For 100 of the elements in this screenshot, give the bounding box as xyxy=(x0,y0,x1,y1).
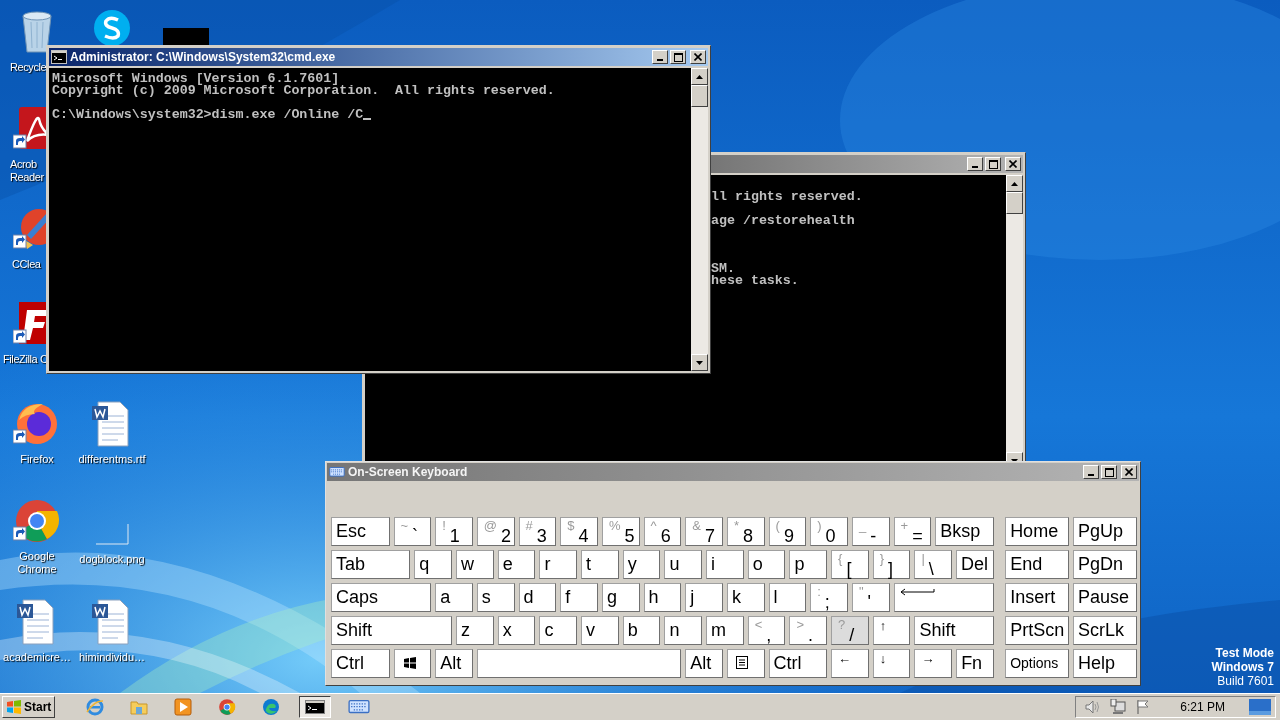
key[interactable]: ) 0 xyxy=(810,517,848,546)
key[interactable]: g xyxy=(601,583,640,612)
key[interactable]: ~ ` xyxy=(393,517,432,546)
key[interactable]: y xyxy=(622,550,661,579)
key[interactable]: : ; xyxy=(810,583,848,612)
key[interactable]: Tab xyxy=(331,550,411,579)
key[interactable]: Shift xyxy=(914,616,994,645)
key[interactable]: r xyxy=(539,550,578,579)
key[interactable]: s xyxy=(476,583,515,612)
key[interactable]: Home xyxy=(1005,517,1070,546)
key[interactable]: Caps xyxy=(331,583,432,612)
key[interactable]: q xyxy=(414,550,453,579)
key[interactable]: b xyxy=(622,616,661,645)
key[interactable]: Alt xyxy=(435,649,473,678)
key[interactable]: a xyxy=(435,583,473,612)
title-bar[interactable] xyxy=(711,155,1023,173)
key[interactable]: m xyxy=(706,616,744,645)
key[interactable]: d xyxy=(518,583,557,612)
key[interactable]: ( 9 xyxy=(768,517,807,546)
key[interactable]: k xyxy=(726,583,765,612)
close-button[interactable] xyxy=(1005,157,1021,171)
minimize-button[interactable] xyxy=(967,157,983,171)
key[interactable]: e xyxy=(497,550,536,579)
key[interactable]: p xyxy=(789,550,828,579)
key[interactable]: # 3 xyxy=(518,517,557,546)
key[interactable]: z xyxy=(456,616,494,645)
key[interactable]: ^ 6 xyxy=(643,517,682,546)
key[interactable]: _ - xyxy=(851,517,890,546)
edge-icon[interactable] xyxy=(262,698,281,716)
network-icon[interactable] xyxy=(1110,699,1127,715)
key[interactable]: PgDn xyxy=(1073,550,1137,579)
close-button[interactable] xyxy=(690,50,706,64)
maximize-button[interactable] xyxy=(985,157,1001,171)
key[interactable]: Alt xyxy=(685,649,723,678)
key[interactable]: @ 2 xyxy=(476,517,515,546)
space-key[interactable] xyxy=(476,649,682,678)
key[interactable]: j xyxy=(685,583,723,612)
key[interactable]: > . xyxy=(789,616,828,645)
key[interactable]: Pause xyxy=(1073,583,1137,612)
key[interactable]: n xyxy=(664,616,703,645)
windows-key[interactable] xyxy=(393,649,432,678)
key[interactable]: { [ xyxy=(831,550,869,579)
key[interactable]: h xyxy=(643,583,682,612)
terminal-icon[interactable] xyxy=(305,700,326,714)
scroll-thumb[interactable] xyxy=(691,85,708,107)
key[interactable]: Fn xyxy=(956,649,994,678)
key[interactable]: Del xyxy=(956,550,994,579)
key[interactable]: < , xyxy=(747,616,786,645)
key[interactable]: } ] xyxy=(872,550,911,579)
scrollbar[interactable] xyxy=(691,68,708,371)
key[interactable]: Ctrl xyxy=(331,649,390,678)
key[interactable]: ← xyxy=(831,649,869,678)
key[interactable]: $ 4 xyxy=(560,517,598,546)
title-bar[interactable]: On-Screen Keyboard xyxy=(327,463,1139,481)
key[interactable]: Shift xyxy=(331,616,453,645)
key[interactable]: u xyxy=(664,550,703,579)
key[interactable]: ? / xyxy=(831,616,869,645)
key[interactable]: o xyxy=(747,550,786,579)
key[interactable]: * 8 xyxy=(726,517,765,546)
key[interactable]: + = xyxy=(893,517,932,546)
key[interactable]: | \ xyxy=(914,550,953,579)
title-bar[interactable]: Administrator: C:\Windows\System32\cmd.exe xyxy=(49,48,708,66)
menu-key[interactable] xyxy=(726,649,765,678)
key[interactable]: ↓ xyxy=(872,649,911,678)
clock[interactable]: 6:21 PM xyxy=(1180,698,1225,716)
taskbar-button[interactable] xyxy=(299,696,332,718)
key[interactable]: ↑ xyxy=(872,616,911,645)
chrome-icon[interactable] xyxy=(13,497,61,545)
key[interactable]: t xyxy=(581,550,619,579)
key[interactable]: & 7 xyxy=(685,517,723,546)
up-arrow-icon[interactable] xyxy=(696,74,703,79)
maximize-button[interactable] xyxy=(670,50,686,64)
key[interactable]: ! 1 xyxy=(435,517,473,546)
key[interactable]: v xyxy=(581,616,619,645)
key[interactable]: Insert xyxy=(1005,583,1070,612)
down-arrow-icon[interactable] xyxy=(696,360,703,365)
key[interactable]: l xyxy=(768,583,807,612)
key[interactable]: % 5 xyxy=(601,517,640,546)
enter-key[interactable] xyxy=(893,583,994,612)
key[interactable]: ScrLk xyxy=(1073,616,1137,645)
key[interactable]: Options xyxy=(1005,649,1070,678)
chrome-icon[interactable] xyxy=(218,698,237,716)
key[interactable]: w xyxy=(456,550,494,579)
minimize-button[interactable] xyxy=(652,50,668,64)
key[interactable]: Bksp xyxy=(935,517,994,546)
key[interactable]: End xyxy=(1005,550,1070,579)
minimize-button[interactable] xyxy=(1083,465,1099,479)
key[interactable]: Ctrl xyxy=(768,649,828,678)
key[interactable]: i xyxy=(706,550,744,579)
up-arrow-icon[interactable] xyxy=(1011,181,1018,186)
key[interactable]: x xyxy=(497,616,536,645)
key[interactable]: PgUp xyxy=(1073,517,1137,546)
start-button[interactable]: Start xyxy=(2,696,56,718)
maximize-button[interactable] xyxy=(1101,465,1117,479)
play-icon[interactable] xyxy=(174,698,193,716)
key[interactable]: f xyxy=(560,583,598,612)
key[interactable]: PrtScn xyxy=(1005,616,1070,645)
key[interactable]: → xyxy=(914,649,953,678)
flag-icon[interactable] xyxy=(1136,699,1151,715)
key[interactable]: " ' xyxy=(851,583,890,612)
